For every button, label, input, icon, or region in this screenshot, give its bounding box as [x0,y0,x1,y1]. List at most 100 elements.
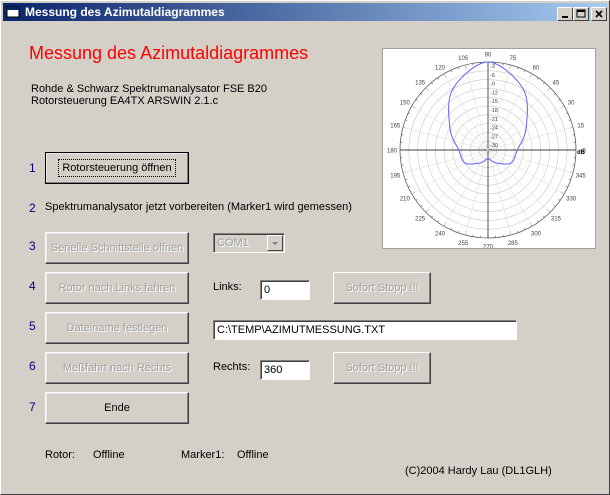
rotor-left-button[interactable]: Rotor nach Links fahren [45,272,189,304]
angle-tick-label: 330 [566,197,577,203]
angle-tick-label: 105 [458,56,469,62]
radial-axis-label: dB [577,150,586,156]
copyright-text: (C)2004 Hardy Lau (DL1GLH) [405,465,552,477]
step-number-4: 4 [29,279,36,293]
marker-status-label: Marker1: [181,449,225,461]
rechts-label: Rechts: [213,361,251,373]
polar-tick [437,77,439,80]
radial-tick-label: -15 [490,99,498,105]
step-number-2: 2 [29,201,36,215]
rotor-info: Rotorsteuerung EA4TX ARSWIN 2.1.c [31,95,219,107]
angle-tick-label: 210 [400,197,411,203]
close-button[interactable] [591,7,607,21]
step-number-5: 5 [29,319,36,333]
polar-spoke [487,149,512,236]
step-number-6: 6 [29,359,36,373]
angle-tick-label: 60 [533,65,540,71]
exit-button[interactable]: Ende [45,392,189,424]
polar-tick [517,67,519,70]
polar-tick [457,67,459,70]
polar-tick [420,205,423,207]
polar-tick [405,179,408,181]
polar-tick [431,82,433,85]
polar-tick [568,119,571,121]
polar-spoke [487,149,565,195]
polar-tick [568,179,571,181]
marker-status-value: Offline [237,449,269,461]
polar-tick [565,112,568,114]
links-angle-input[interactable]: 0 [260,280,310,300]
polar-spoke [464,149,489,236]
polar-spoke [402,126,489,151]
angle-tick-label: 45 [553,81,560,87]
step-number-7: 7 [29,400,36,414]
angle-tick-label: 30 [568,101,575,107]
rotor-status-value: Offline [93,449,125,461]
polar-spoke [487,149,574,174]
main-window: Messung des Azimutaldiagrammes Messung d… [0,0,610,495]
polar-tick [524,70,526,73]
prepare-analyzer-text: Spektrumanalysator jetzt vorbereiten (Ma… [45,201,352,213]
polar-tick [517,230,519,233]
rotor-status-label: Rotor: [45,449,75,461]
angle-tick-label: 165 [390,124,401,130]
radial-tick-label: -21 [490,117,498,123]
radial-tick-label: -24 [490,126,498,132]
polar-tick [431,215,433,218]
polar-tick [543,215,545,218]
radial-tick-label: -9 [490,82,495,88]
title-bar[interactable]: Messung des Azimutaldiagrammes [3,3,607,21]
polar-tick [415,199,418,201]
polar-tick [450,227,452,230]
polar-spoke [402,149,489,174]
angle-tick-label: 180 [387,149,398,155]
filename-input[interactable]: C:\TEMP\AZIMUTMESSUNG.TXT [213,320,517,340]
angle-tick-label: 345 [576,173,587,179]
polar-tick [565,186,568,188]
polar-tick [537,77,539,80]
angle-tick-label: 315 [551,216,562,222]
rechts-angle-input[interactable]: 360 [260,360,310,380]
window-title: Messung des Azimutaldiagrammes [25,5,225,19]
angle-tick-label: 285 [508,241,519,247]
polar-tick [558,99,561,101]
polar-tick [408,112,411,114]
open-serial-port-button[interactable]: Serielle Schnittstelle öffnen [45,232,189,264]
minimize-button[interactable] [557,7,573,21]
angle-tick-label: 135 [415,81,426,87]
polar-tick [450,70,452,73]
links-label: Links: [213,281,242,293]
angle-tick-label: 120 [435,65,446,71]
angle-tick-label: 15 [577,124,584,130]
radial-tick-label: -30 [490,143,498,149]
polar-tick [558,199,561,201]
set-filename-button[interactable]: Dateiname festlegen [45,312,189,344]
page-title: Messung des Azimutaldiagrammes [29,43,309,63]
angle-tick-label: 195 [390,173,401,179]
polar-tick [405,119,408,121]
measure-right-button[interactable]: Meßfahrt nach Rechts [45,352,189,384]
polar-spoke [443,73,489,151]
polar-spoke [487,149,533,227]
angle-tick-label: 90 [485,53,492,59]
polar-tick [553,93,556,95]
minimize-icon [562,16,568,18]
step-number-1: 1 [29,161,36,175]
com-port-dropdown-button[interactable] [267,235,283,251]
polar-tick [408,186,411,188]
angle-tick-label: 255 [458,241,469,247]
step-number-3: 3 [29,239,36,253]
polar-tick [415,99,418,101]
polar-spoke [443,149,489,227]
angle-tick-label: 75 [510,56,517,62]
radial-tick-label: -12 [490,90,498,96]
stop-left-button[interactable]: Sofort Stopp !!! [333,272,431,304]
angle-tick-label: 225 [415,216,426,222]
open-rotor-control-button[interactable]: Rotorsteuerung öffnen [45,152,189,184]
azimuth-polar-chart: 90 75 60 45 30 150 345 330 315 300 285 270 255 240 225… [387,53,587,251]
analyzer-info: Rohde & Schwarz Spektrumanalysator FSE B… [31,83,268,95]
com-port-select[interactable]: COM1 [213,233,285,253]
stop-right-button[interactable]: Sofort Stopp !!! [333,352,431,384]
polar-tick [543,82,545,85]
maximize-button[interactable] [573,7,589,21]
